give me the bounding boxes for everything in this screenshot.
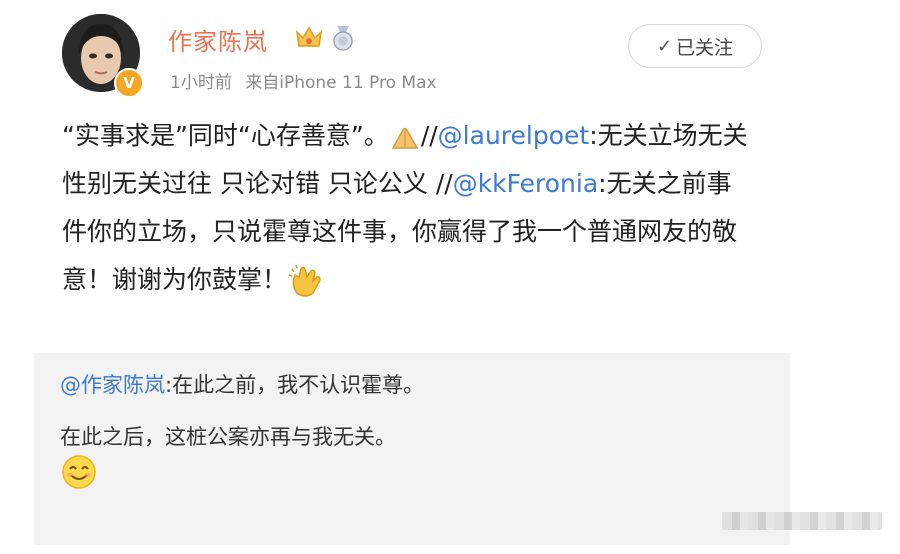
- post-text-part: //: [420, 121, 438, 150]
- watermark: [722, 512, 882, 530]
- repost-line: @作家陈岚:在此之前，我不认识霍尊。: [60, 369, 424, 399]
- repost-card[interactable]: @作家陈岚:在此之前，我不认识霍尊。 在此之后，这桩公案亦再与我无关。: [34, 353, 790, 545]
- smile-emoji: [62, 455, 96, 489]
- follow-button[interactable]: ✓ 已关注: [628, 24, 762, 68]
- post-meta: 1小时前 来自iPhone 11 Pro Max: [170, 68, 437, 93]
- post-text-part: “实事求是”同时“心存善意”。: [62, 121, 389, 150]
- mention-link[interactable]: @laurelpoet: [438, 121, 590, 150]
- clap-emoji: [288, 264, 321, 297]
- crown-icon: [295, 26, 323, 47]
- medal-icon: [333, 26, 353, 51]
- check-icon: ✓: [656, 35, 673, 57]
- pray-emoji: [391, 127, 419, 149]
- post-source[interactable]: 来自iPhone 11 Pro Max: [245, 73, 436, 93]
- repost-line: 在此之后，这桩公案亦再与我无关。: [60, 425, 396, 449]
- author-name[interactable]: 作家陈岚: [168, 22, 268, 57]
- follow-label: 已关注: [676, 36, 734, 59]
- mention-link[interactable]: @作家陈岚: [60, 373, 165, 397]
- post-time: 1小时前: [170, 73, 232, 93]
- repost-text: :在此之前，我不认识霍尊。: [165, 373, 425, 397]
- mention-link[interactable]: @kkFeronia: [453, 169, 598, 198]
- post-body: “实事求是”同时“心存善意”。//@laurelpoet:无关立场无关性别无关过…: [62, 112, 752, 304]
- verified-icon: V: [114, 68, 144, 98]
